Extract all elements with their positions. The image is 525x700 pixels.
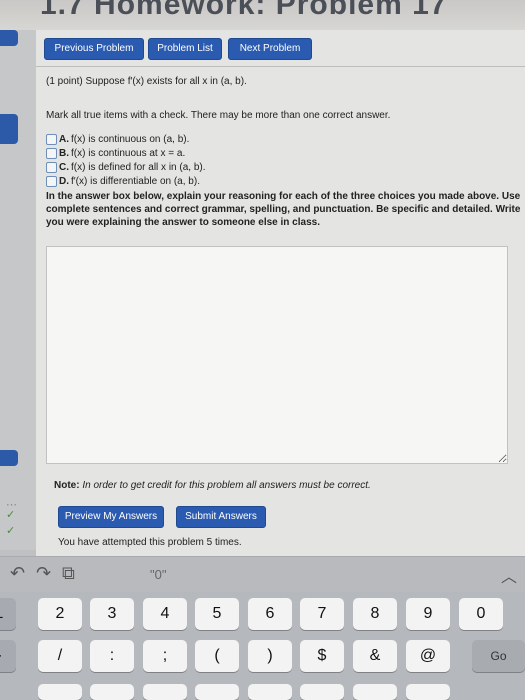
key[interactable]	[143, 684, 187, 700]
note-body: In order to get credit for this problem …	[82, 480, 371, 491]
chevron-up-icon[interactable]: ︿	[501, 563, 517, 587]
checkbox[interactable]	[46, 162, 57, 173]
left-sidebar: ⋯ ✓ ✓	[0, 30, 36, 550]
problem-statement: (1 point) Suppose f′(x) exists for all x…	[46, 76, 247, 87]
key[interactable]: 0	[459, 598, 503, 630]
key[interactable]: 7	[300, 598, 344, 630]
key[interactable]: 8	[353, 598, 397, 630]
number-keyboard: 1 2 3 4 5 6 7 8 9 0 - / : ; ( ) $ & @ Go	[0, 592, 525, 700]
checkbox[interactable]	[46, 134, 57, 145]
key[interactable]: ;	[143, 640, 187, 672]
sidebar-tab[interactable]	[0, 450, 18, 466]
problem-list-button[interactable]: Problem List	[148, 38, 222, 60]
keyboard-toolbar: ↶ ↷ ⧉ "0" ︿	[0, 556, 525, 593]
page-title-strip: 1.7 Homework: Problem 17	[0, 0, 525, 30]
keyboard-suggestion[interactable]: "0"	[150, 567, 166, 582]
go-key[interactable]: Go	[472, 640, 525, 672]
key[interactable]: :	[90, 640, 134, 672]
key[interactable]	[353, 684, 397, 700]
undo-icon[interactable]: ↶	[10, 563, 25, 584]
page-title: 1.7 Homework: Problem 17	[40, 0, 448, 21]
key[interactable]: @	[406, 640, 450, 672]
key[interactable]: /	[38, 640, 82, 672]
previous-problem-button[interactable]: Previous Problem	[44, 38, 144, 60]
key[interactable]	[300, 684, 344, 700]
key[interactable]: 6	[248, 598, 292, 630]
key[interactable]	[248, 684, 292, 700]
sidebar-tab-active[interactable]	[0, 114, 18, 144]
check-icon: ✓	[6, 525, 16, 537]
key[interactable]: 5	[195, 598, 239, 630]
key[interactable]: 3	[90, 598, 134, 630]
key[interactable]: &	[353, 640, 397, 672]
choice-b[interactable]: B. f(x) is continuous at x = a.	[46, 148, 185, 159]
key[interactable]: 1	[0, 598, 16, 630]
key[interactable]: -	[0, 640, 16, 672]
checkbox[interactable]	[46, 176, 57, 187]
key[interactable]	[406, 684, 450, 700]
key[interactable]: $	[300, 640, 344, 672]
key[interactable]: (	[195, 640, 239, 672]
checkbox[interactable]	[46, 148, 57, 159]
key[interactable]	[90, 684, 134, 700]
answer-textarea[interactable]	[46, 246, 508, 464]
choice-a[interactable]: A. f(x) is continuous on (a, b).	[46, 134, 189, 145]
key[interactable]	[195, 684, 239, 700]
preview-answers-button[interactable]: Preview My Answers	[58, 506, 164, 528]
divider	[36, 66, 525, 67]
explanation-instructions: In the answer box below, explain your re…	[46, 191, 521, 228]
key[interactable]: 2	[38, 598, 82, 630]
key[interactable]: )	[248, 640, 292, 672]
instruction-text: Mark all true items with a check. There …	[46, 110, 391, 121]
next-problem-button[interactable]: Next Problem	[228, 38, 312, 60]
note-label: Note:	[54, 480, 80, 491]
attempts-text: You have attempted this problem 5 times.	[58, 537, 242, 548]
key[interactable]: 4	[143, 598, 187, 630]
choice-c[interactable]: C. f(x) is defined for all x in (a, b).	[46, 162, 206, 173]
problem-page: Previous Problem Problem List Next Probl…	[36, 30, 525, 556]
choice-d[interactable]: D. f′(x) is differentiable on (a, b).	[46, 176, 200, 187]
key[interactable]	[38, 684, 82, 700]
sidebar-tab[interactable]	[0, 30, 18, 46]
note-text: Note: In order to get credit for this pr…	[54, 480, 371, 491]
redo-icon[interactable]: ↷	[36, 563, 51, 584]
paste-icon[interactable]: ⧉	[62, 563, 75, 584]
submit-answers-button[interactable]: Submit Answers	[176, 506, 266, 528]
key[interactable]: 9	[406, 598, 450, 630]
check-icon: ✓	[6, 509, 16, 521]
